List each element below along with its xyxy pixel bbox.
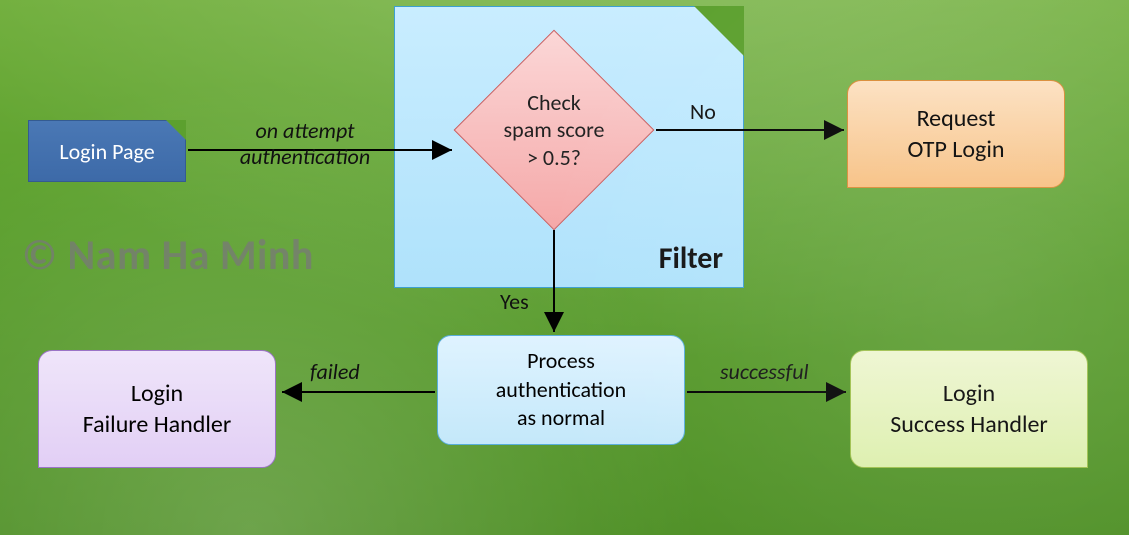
filter-label: Filter [659, 240, 723, 277]
watermark-text: © Nam Ha Minh [22, 230, 314, 281]
diagram-canvas: Filter Login Page Checkspam score> 0.5? … [0, 0, 1129, 535]
edge-yes-label: Yes [500, 288, 529, 315]
node-request-otp-label: RequestOTP Login [908, 103, 1005, 165]
edge-attempt-auth-label: on attemptauthentication [210, 118, 400, 171]
node-login-page: Login Page [28, 120, 186, 182]
node-request-otp: RequestOTP Login [847, 80, 1065, 188]
node-decision-label: Checkspam score> 0.5? [454, 30, 654, 230]
node-login-success-handler-label: LoginSuccess Handler [890, 378, 1048, 440]
node-decision: Checkspam score> 0.5? [454, 30, 654, 230]
edge-no-label: No [690, 98, 716, 125]
node-login-failure-handler-label: LoginFailure Handler [83, 378, 231, 440]
node-process-auth: Processauthenticationas normal [437, 335, 685, 445]
edge-successful-label: successful [720, 358, 809, 385]
edge-failed-label: failed [310, 358, 360, 385]
node-login-failure-handler: LoginFailure Handler [38, 350, 276, 468]
node-process-auth-label: Processauthenticationas normal [496, 347, 626, 433]
node-login-success-handler: LoginSuccess Handler [850, 350, 1088, 468]
node-login-page-label: Login Page [59, 138, 154, 165]
